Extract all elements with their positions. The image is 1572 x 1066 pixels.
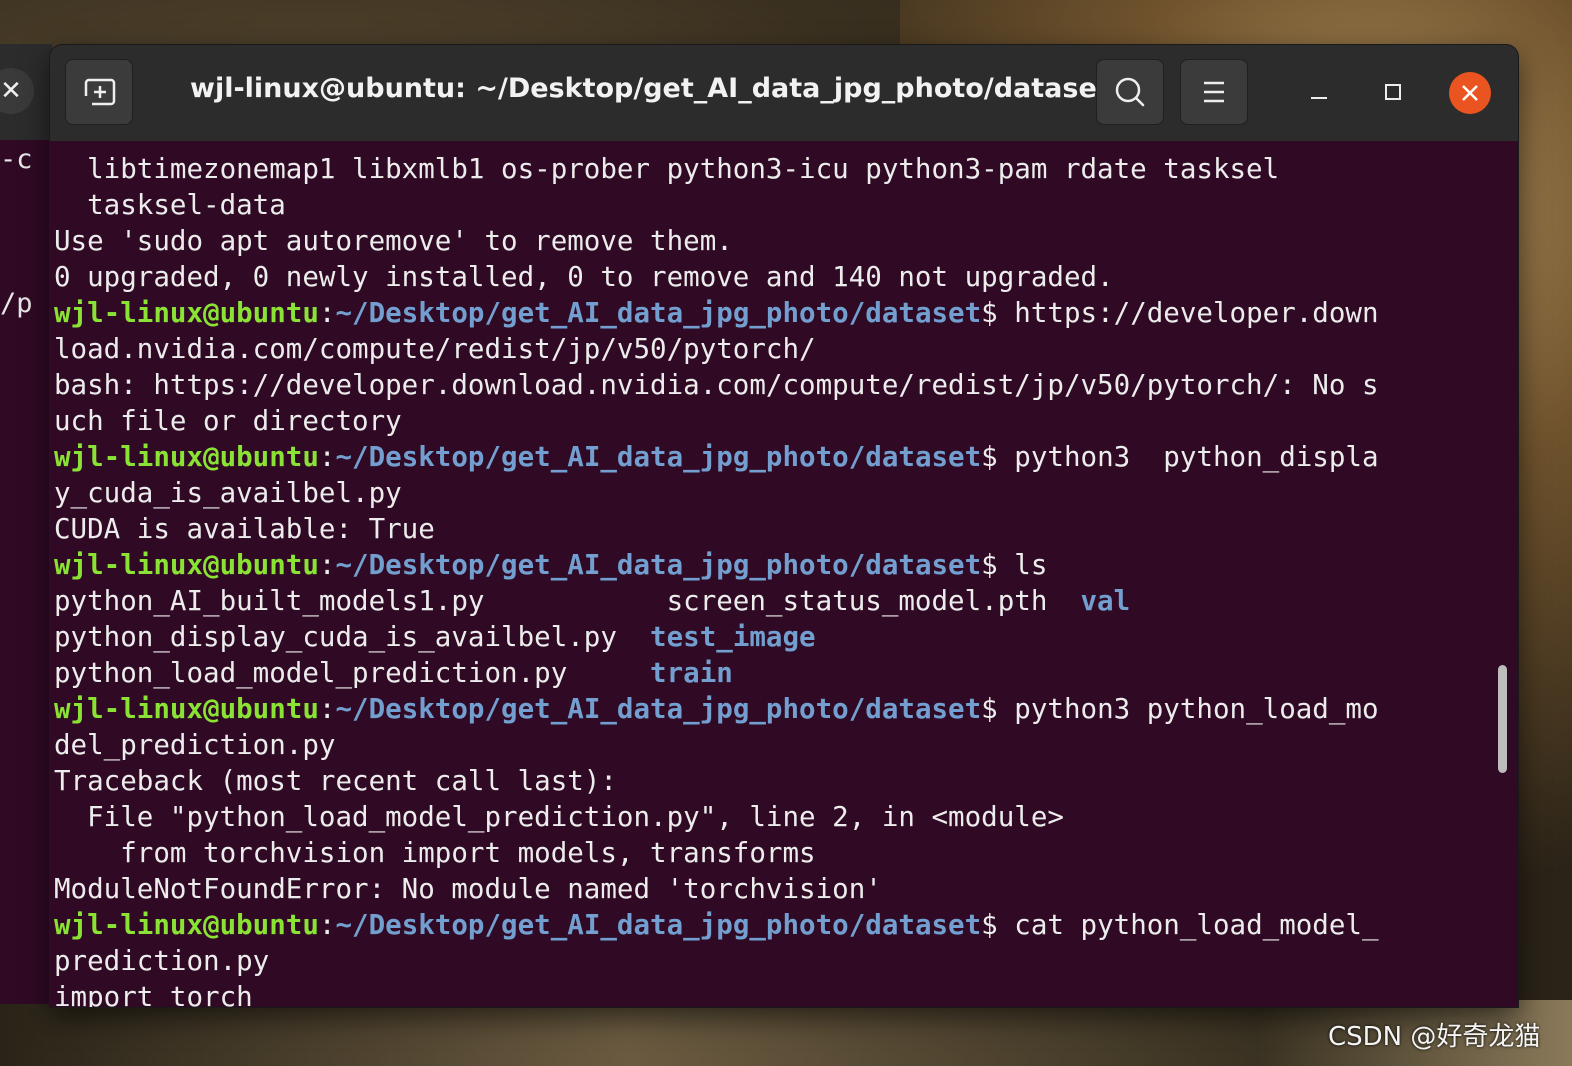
command-text: https://developer.down — [1014, 297, 1379, 329]
terminal-line: import torch — [54, 981, 253, 1007]
watermark: CSDN @好奇龙猫 — [1328, 1022, 1541, 1052]
search-icon — [1115, 77, 1145, 107]
hamburger-menu-icon — [1204, 81, 1224, 103]
prompt-separator: : — [318, 693, 336, 725]
prompt-separator: : — [318, 549, 336, 581]
command-text: cat python_load_model_ — [1014, 909, 1379, 941]
prompt-separator: : — [318, 441, 336, 473]
terminal-window[interactable]: wjl-linux@ubuntu: ~/Desktop/get_AI_data_… — [50, 45, 1518, 1007]
terminal-line: y_cuda_is_availbel.py — [54, 477, 402, 509]
prompt-user: wjl-linux@ubuntu — [54, 909, 319, 941]
prompt-line: wjl-linux@ubuntu:~/Desktop/get_AI_data_j… — [54, 907, 1494, 943]
terminal-line: Traceback (most recent call last): — [54, 765, 617, 797]
prompt-user: wjl-linux@ubuntu — [54, 549, 319, 581]
terminal-line: 0 upgraded, 0 newly installed, 0 to remo… — [54, 261, 1114, 293]
terminal-line: CUDA is available: True — [54, 513, 435, 545]
terminal-line: bash: https://developer.download.nvidia.… — [54, 369, 1379, 401]
command-text: python3 python_load_mo — [1014, 693, 1379, 725]
window-title: wjl-linux@ubuntu: ~/Desktop/get_AI_data_… — [190, 73, 1110, 104]
prompt-line: wjl-linux@ubuntu:~/Desktop/get_AI_data_j… — [54, 439, 1494, 475]
terminal-line: del_prediction.py — [54, 729, 336, 761]
maximize-icon — [1385, 84, 1401, 100]
directory-entry: train — [650, 657, 733, 689]
prompt-user: wjl-linux@ubuntu — [54, 297, 319, 329]
terminal-line: libtimezonemap1 libxmlb1 os-prober pytho… — [54, 153, 1280, 185]
file-entry: python_AI_built_models1.py screen_status… — [54, 585, 1081, 617]
minimize-icon — [1311, 97, 1327, 99]
new-tab-button[interactable] — [65, 59, 133, 125]
prompt-path: ~/Desktop/get_AI_data_jpg_photo/dataset — [335, 549, 982, 581]
ls-output-line: python_display_cuda_is_availbel.py test_… — [54, 619, 1494, 655]
directory-entry: val — [1080, 585, 1131, 617]
search-button[interactable] — [1096, 59, 1164, 125]
maximize-button[interactable] — [1368, 67, 1418, 117]
menu-button[interactable] — [1180, 59, 1248, 125]
prompt-dollar: $ — [981, 441, 1015, 473]
prompt-line: wjl-linux@ubuntu:~/Desktop/get_AI_data_j… — [54, 547, 1494, 583]
close-button[interactable] — [1449, 72, 1491, 114]
prompt-path: ~/Desktop/get_AI_data_jpg_photo/dataset — [335, 297, 982, 329]
close-icon[interactable]: ✕ — [0, 68, 34, 114]
terminal-line: ModuleNotFoundError: No module named 'to… — [54, 873, 882, 905]
close-icon — [1462, 85, 1478, 101]
ls-output-line: python_load_model_prediction.py train — [54, 655, 1494, 691]
terminal-line: load.nvidia.com/compute/redist/jp/v50/py… — [54, 333, 816, 365]
prompt-path: ~/Desktop/get_AI_data_jpg_photo/dataset — [335, 441, 982, 473]
terminal-output[interactable]: libtimezonemap1 libxmlb1 os-prober pytho… — [54, 151, 1494, 1007]
background-terminal-text: /p — [0, 288, 33, 319]
prompt-user: wjl-linux@ubuntu — [54, 693, 319, 725]
scrollbar-thumb[interactable] — [1498, 665, 1507, 773]
command-text: python3 python_displa — [1014, 441, 1379, 473]
terminal-line: from torchvision import models, transfor… — [54, 837, 816, 869]
new-tab-icon — [84, 78, 116, 106]
command-text: ls — [1014, 549, 1048, 581]
minimize-button[interactable] — [1294, 67, 1344, 117]
terminal-line: prediction.py — [54, 945, 270, 977]
prompt-user: wjl-linux@ubuntu — [54, 441, 319, 473]
background-terminal-window[interactable]: ✕ -c /p — [0, 44, 52, 1004]
prompt-dollar: $ — [981, 297, 1015, 329]
terminal-line: tasksel-data — [54, 189, 286, 221]
file-entry: python_display_cuda_is_availbel.py — [54, 621, 651, 653]
prompt-line: wjl-linux@ubuntu:~/Desktop/get_AI_data_j… — [54, 295, 1494, 331]
prompt-separator: : — [318, 297, 336, 329]
prompt-separator: : — [318, 909, 336, 941]
prompt-path: ~/Desktop/get_AI_data_jpg_photo/dataset — [335, 909, 982, 941]
prompt-line: wjl-linux@ubuntu:~/Desktop/get_AI_data_j… — [54, 691, 1494, 727]
window-header: wjl-linux@ubuntu: ~/Desktop/get_AI_data_… — [50, 45, 1518, 141]
terminal-line: Use 'sudo apt autoremove' to remove them… — [54, 225, 733, 257]
terminal-line: uch file or directory — [54, 405, 402, 437]
prompt-dollar: $ — [981, 693, 1015, 725]
background-window-header: ✕ — [0, 44, 52, 140]
background-terminal-text: -c — [0, 144, 33, 175]
ls-output-line: python_AI_built_models1.py screen_status… — [54, 583, 1494, 619]
prompt-dollar: $ — [981, 549, 1015, 581]
prompt-path: ~/Desktop/get_AI_data_jpg_photo/dataset — [335, 693, 982, 725]
file-entry: python_load_model_prediction.py — [54, 657, 651, 689]
directory-entry: test_image — [650, 621, 816, 653]
prompt-dollar: $ — [981, 909, 1015, 941]
terminal-line: File "python_load_model_prediction.py", … — [54, 801, 1064, 833]
